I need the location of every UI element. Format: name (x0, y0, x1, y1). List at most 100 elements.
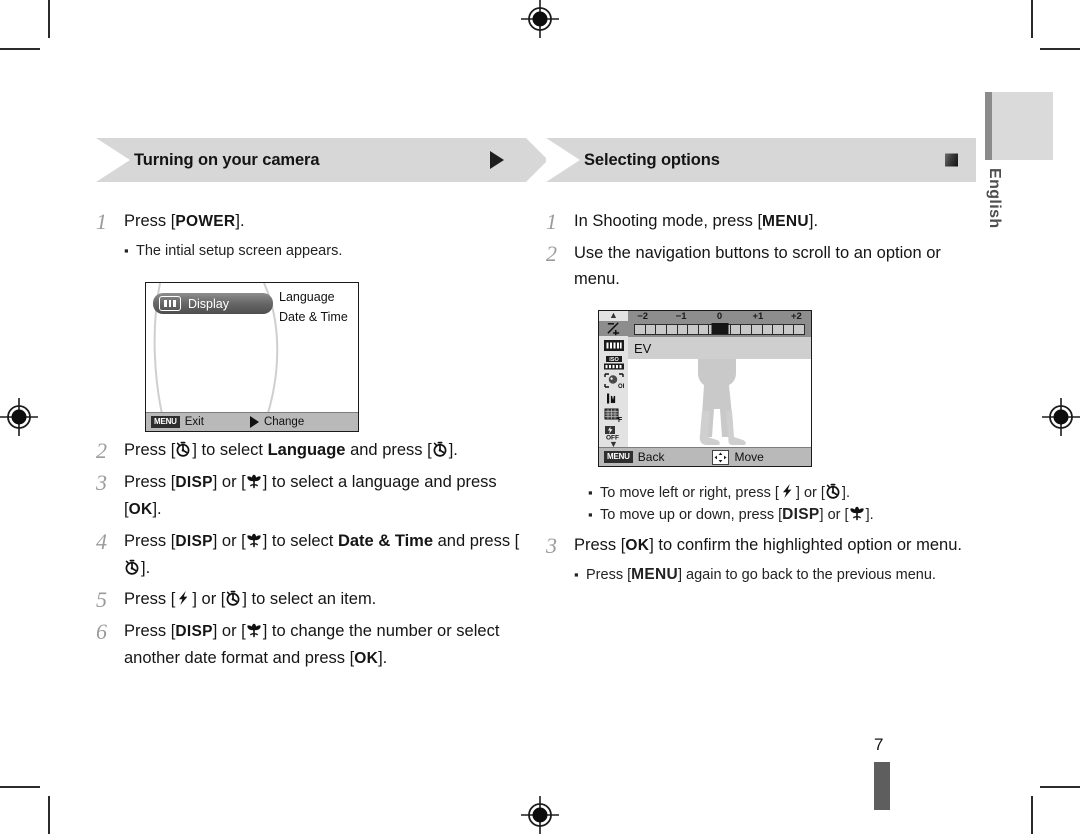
right-move-notes: ▪ To move left or right, press [ ] or [ ]… (588, 482, 988, 526)
self-timer-icon (124, 559, 141, 576)
image-size-m-icon[interactable] (603, 391, 625, 406)
note-text: To move up or down, press [DISP] or [ ]. (600, 504, 988, 526)
ev-bar-back-label: Back (637, 450, 665, 464)
flash-off-icon[interactable]: OFF (603, 425, 625, 440)
step-text: Use the navigation buttons to scroll to … (574, 240, 976, 292)
step-number: 5 (96, 587, 107, 612)
page-number: 7 (874, 735, 884, 754)
crop-mark-bottom-left-horizontal (0, 786, 40, 788)
note-item: ▪ Press [MENU] again to go back to the pr… (574, 564, 976, 586)
registration-mark-bottom (521, 796, 559, 834)
setup-options-list: Language Date & Time (279, 287, 348, 327)
setup-option-date-time[interactable]: Date & Time (279, 307, 348, 327)
bullet-icon: ▪ (574, 567, 579, 582)
step-item: 2 Use the navigation buttons to scroll to… (546, 240, 976, 292)
ev-screen-bottom-bar: MENU Back Move (599, 447, 811, 466)
4-way-navigation-icon (712, 449, 730, 465)
quality-f-icon[interactable]: F (603, 408, 625, 423)
bullet-icon: ▪ (588, 507, 593, 522)
display-screen-icon (159, 296, 181, 311)
inline-text: ] or [ (795, 485, 825, 501)
registration-mark-right (1042, 398, 1080, 436)
ev-scale-labels: −2 −1 0 +1 +2 (628, 311, 811, 323)
note-text: The intial setup screen appears. (136, 243, 343, 259)
step-number: 2 (96, 438, 107, 463)
self-timer-icon (432, 441, 449, 458)
white-balance-awb-icon[interactable] (603, 338, 625, 353)
crop-mark-bottom-right-horizontal (1040, 786, 1080, 788)
ev-exposure-icon[interactable] (599, 321, 628, 337)
step-text: Press [ ] or [ ] to select an item. (124, 586, 526, 613)
step-item: 4 Press [DISP] or [ ] to select Date & Ti… (96, 528, 526, 581)
inline-text: ] or [ (212, 532, 246, 550)
scroll-up-icon[interactable]: ▲ (609, 311, 618, 320)
left-steps-list: 1 Press [POWER]. ▪ The intial setup screen … (96, 208, 526, 672)
note-item: ▪ To move up or down, press [DISP] or [ ]… (588, 504, 988, 526)
inline-text: ]. (841, 485, 850, 501)
macro-flower-icon (246, 473, 263, 490)
step-item: 3 Press [DISP] or [ ] to select a languag… (96, 469, 526, 523)
macro-flower-icon (246, 622, 263, 639)
step-notes: ▪ Press [MENU] again to go back to the pr… (574, 564, 976, 586)
setup-item-label: Display (188, 296, 229, 311)
inline-text: Press [ (124, 473, 176, 491)
self-timer-icon (175, 441, 192, 458)
inline-text: Press [ (574, 536, 626, 554)
step-text: Press [ ] to select Language and press [… (124, 437, 526, 464)
ev-option-row[interactable]: EV (628, 337, 811, 359)
flash-icon (779, 483, 796, 500)
step-number: 3 (96, 470, 107, 495)
key-label-menu: MENU (762, 213, 809, 230)
square-icon (945, 153, 958, 167)
step-item: 6 Press [DISP] or [ ] to change the numbe… (96, 618, 526, 672)
face-detection-off-icon[interactable]: OFF (603, 372, 625, 389)
crop-mark-bottom-left-vertical (48, 796, 50, 834)
step-text: Press [POWER]. (124, 208, 526, 235)
inline-text: ]. (448, 441, 458, 459)
ev-scale-label: −1 (675, 311, 687, 322)
inline-text: ] or [ (212, 473, 246, 491)
step-number: 3 (546, 533, 557, 558)
arrow-right-icon (490, 151, 504, 169)
inline-text: ] to select (192, 441, 268, 459)
arrow-right-icon (249, 416, 259, 428)
inline-text: ] again to go back to the previous menu. (677, 567, 936, 583)
step-text: Press [DISP] or [ ] to select a language… (124, 469, 526, 523)
inline-text: In Shooting mode, press [ (574, 212, 763, 230)
key-label-ok: OK (128, 501, 153, 518)
key-label-disp: DISP (175, 533, 213, 550)
step-number: 6 (96, 619, 107, 644)
page-number-bar (874, 762, 890, 810)
step-text: In Shooting mode, press [MENU]. (574, 208, 976, 235)
inline-text: To move left or right, press [ (600, 485, 779, 501)
ev-scale-label: −2 (637, 311, 649, 322)
step-item: 1 In Shooting mode, press [MENU]. (546, 208, 976, 235)
key-label-ok: OK (354, 650, 379, 667)
language-tab-bar (985, 92, 992, 160)
inline-text: ] or [ (819, 507, 849, 523)
inline-text: Press [ (124, 212, 176, 230)
setup-menu-item-display[interactable]: Display (153, 293, 273, 314)
step-item: 3 Press [OK] to confirm the highlighted o… (546, 532, 976, 559)
step-item: 1 Press [POWER]. (96, 208, 526, 235)
banner-tip (526, 138, 548, 182)
inline-text: To move up or down, press [ (600, 507, 783, 523)
ev-scale-marker[interactable] (711, 323, 728, 334)
setup-option-language[interactable]: Language (279, 287, 348, 307)
iso-icon[interactable]: ISO (603, 355, 625, 370)
crop-mark-top-left-horizontal (0, 48, 40, 50)
step-number: 1 (96, 209, 107, 234)
crop-mark-top-left-vertical (48, 0, 50, 38)
key-label-menu: MENU (631, 566, 678, 583)
bullet-icon: ▪ (124, 243, 129, 258)
language-tab-block (985, 92, 1053, 160)
key-label-power: POWER (175, 213, 236, 230)
ev-scale-label: +1 (752, 311, 764, 322)
inline-text: ] to confirm the highlighted option or m… (649, 536, 962, 554)
inline-text: ]. (808, 212, 819, 230)
step-notes: ▪ The intial setup screen appears. (124, 240, 526, 262)
inline-text: Press [ (124, 622, 176, 640)
ev-exposure-scale[interactable]: −2 −1 0 +1 +2 (628, 311, 811, 337)
setup-bar-change-label: Change (263, 416, 305, 428)
step-number: 4 (96, 529, 107, 554)
